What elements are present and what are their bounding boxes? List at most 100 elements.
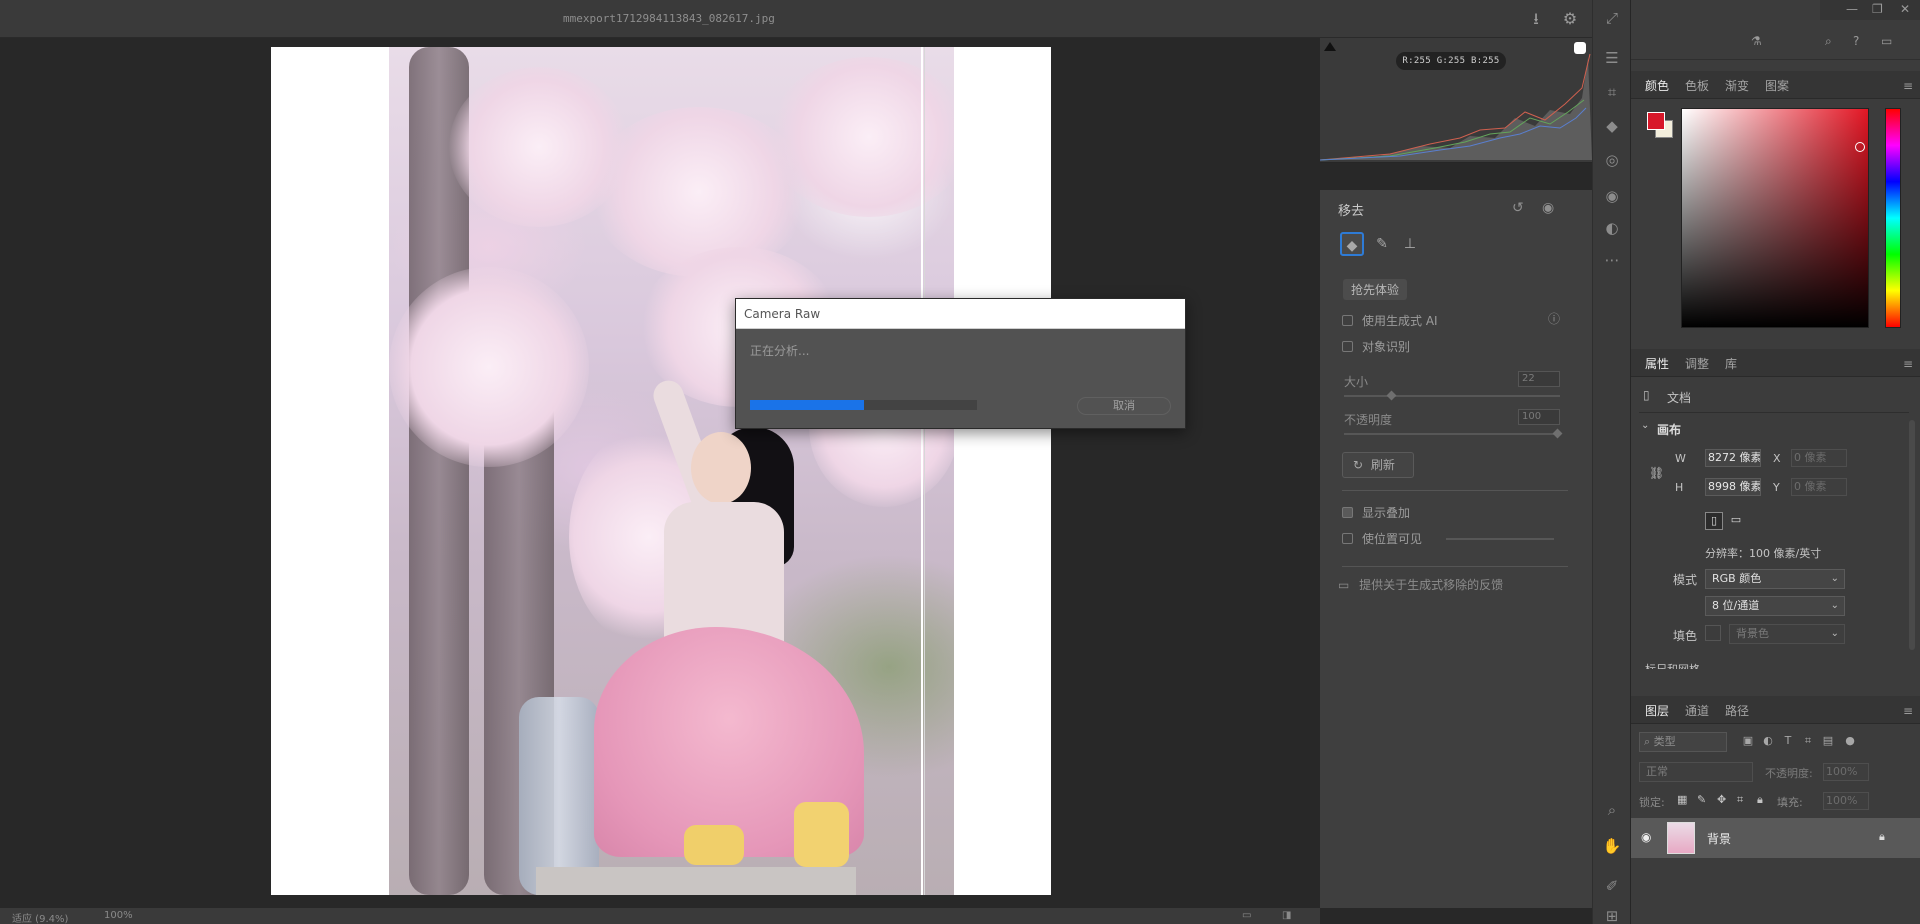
eyedropper-icon[interactable]: ✐ <box>1602 876 1622 896</box>
image-canvas[interactable] <box>0 38 1320 908</box>
hue-slider[interactable] <box>1885 108 1901 328</box>
eraser-icon[interactable]: ◆ <box>1602 116 1622 136</box>
color-picker-marker[interactable] <box>1855 142 1865 152</box>
visualize-spots-checkbox[interactable] <box>1342 533 1353 544</box>
panel-menu-icon[interactable]: ≡ <box>1903 357 1913 371</box>
lock-transparency-icon[interactable]: ▦ <box>1677 793 1687 806</box>
info-icon[interactable]: ⓘ <box>1548 310 1560 327</box>
fit-zoom-button[interactable]: 适应 (9.4%) <box>12 910 68 924</box>
size-value[interactable]: 22 <box>1518 371 1560 387</box>
layer-row[interactable]: ◉ 背景 🔒︎ <box>1631 818 1920 858</box>
mask-icon[interactable]: ◎ <box>1602 150 1622 170</box>
tab-swatches[interactable]: 色板 <box>1685 77 1709 94</box>
link-icon[interactable]: ⛓ <box>1649 466 1664 480</box>
x-field[interactable]: 0 像素 <box>1791 449 1847 467</box>
chevron-down-icon[interactable]: ⌄ <box>1641 420 1649 431</box>
fill-value: 背景色 <box>1736 627 1769 640</box>
more-icon[interactable]: ⋯ <box>1602 250 1622 270</box>
compare-icon[interactable]: ▭ <box>1242 910 1251 921</box>
expand-icon[interactable]: ⤢ <box>1602 8 1622 28</box>
reset-icon[interactable]: ↺ <box>1512 200 1524 216</box>
size-slider[interactable] <box>1344 390 1560 401</box>
restore-icon[interactable]: ❐ <box>1872 2 1883 16</box>
tab-layers[interactable]: 图层 <box>1645 702 1669 719</box>
layer-filter-value: 类型 <box>1653 735 1676 748</box>
zoom-icon[interactable]: ⌕ <box>1602 800 1622 820</box>
object-detection-checkbox[interactable] <box>1342 341 1353 352</box>
lock-image-icon[interactable]: ✎ <box>1697 793 1706 806</box>
filter-toggle-icon[interactable]: ● <box>1843 734 1857 748</box>
generative-ai-checkbox[interactable] <box>1342 315 1353 326</box>
shape-filter-icon[interactable]: ⌗ <box>1801 734 1815 748</box>
panel-menu-icon[interactable]: ≡ <box>1903 704 1913 718</box>
crop-icon[interactable]: ⌗ <box>1602 82 1622 102</box>
portrait-orientation-button[interactable]: ▯ <box>1705 512 1723 530</box>
save-icon[interactable]: ⭳ <box>1526 9 1546 29</box>
eye-icon[interactable]: ◉ <box>1641 830 1651 844</box>
presets-icon[interactable]: ◐ <box>1602 218 1622 238</box>
adjustment-filter-icon[interactable]: ◐ <box>1761 734 1775 748</box>
foreground-color-swatch[interactable] <box>1647 112 1665 130</box>
feedback-link[interactable]: ▭ 提供关于生成式移除的反馈 <box>1338 576 1503 593</box>
show-overlay-checkbox[interactable] <box>1342 507 1353 518</box>
layer-name[interactable]: 背景 <box>1707 830 1731 847</box>
gear-icon[interactable]: ⚙ <box>1560 9 1580 29</box>
layer-filter-select[interactable]: ⌕ 类型 <box>1639 732 1727 752</box>
lock-artboard-icon[interactable]: ⌗ <box>1737 793 1743 807</box>
refresh-button[interactable]: ↻ 刷新 <box>1342 452 1414 478</box>
document-icon: ▯ <box>1643 388 1650 402</box>
redeye-icon[interactable]: ◉ <box>1602 186 1622 206</box>
properties-scrollbar[interactable] <box>1909 420 1915 650</box>
cancel-button[interactable]: 取消 <box>1077 397 1171 415</box>
visualize-spots-slider[interactable] <box>1446 538 1554 540</box>
lock-all-icon[interactable]: 🔒︎ <box>1757 793 1763 807</box>
hand-icon[interactable]: ✋ <box>1602 836 1622 856</box>
panel-menu-icon[interactable]: ≡ <box>1903 79 1913 93</box>
y-field[interactable]: 0 像素 <box>1791 478 1847 496</box>
color-field[interactable] <box>1681 108 1869 328</box>
tab-color[interactable]: 颜色 <box>1645 77 1669 94</box>
before-after-icon[interactable]: ◨ <box>1282 910 1291 921</box>
remove-tool-button[interactable]: ◆ <box>1340 232 1364 256</box>
layer-opacity-field[interactable]: 100% <box>1823 763 1869 781</box>
zoom-level[interactable]: 100% <box>104 910 133 921</box>
opacity-value[interactable]: 100 <box>1518 409 1560 425</box>
image-filter-icon[interactable]: ▣ <box>1741 734 1755 748</box>
flask-icon[interactable]: ⚗ <box>1751 34 1762 48</box>
height-field[interactable]: 8998 像素 <box>1705 478 1761 496</box>
width-field[interactable]: 8272 像素 <box>1705 449 1761 467</box>
tab-paths[interactable]: 路径 <box>1725 702 1749 719</box>
mode-select[interactable]: RGB 颜色 ⌄ <box>1705 569 1845 589</box>
fill-swatch[interactable] <box>1705 625 1721 641</box>
smart-object-filter-icon[interactable]: ▤ <box>1821 734 1835 748</box>
blend-mode-select[interactable]: 正常 <box>1639 762 1753 782</box>
bit-depth-select[interactable]: 8 位/通道 ⌄ <box>1705 596 1845 616</box>
workspace-icon[interactable]: ▭ <box>1881 34 1892 48</box>
clone-tool-button[interactable]: ⊥ <box>1398 232 1422 256</box>
minimize-icon[interactable]: — <box>1846 2 1858 16</box>
type-filter-icon[interactable]: T <box>1781 734 1795 748</box>
heal-tool-button[interactable]: ✎ <box>1370 232 1394 256</box>
tab-libraries[interactable]: 库 <box>1725 355 1737 372</box>
layer-fill-field[interactable]: 100% <box>1823 792 1869 810</box>
eye-icon[interactable]: ◉ <box>1542 200 1554 216</box>
tab-adjustments[interactable]: 调整 <box>1685 355 1709 372</box>
tab-patterns[interactable]: 图案 <box>1765 77 1789 94</box>
tab-properties[interactable]: 属性 <box>1645 355 1669 372</box>
canvas-section-title[interactable]: 画布 <box>1657 421 1681 438</box>
search-icon[interactable]: ⌕ <box>1825 34 1832 49</box>
photo-preview[interactable] <box>389 47 954 895</box>
lock-position-icon[interactable]: ✥ <box>1717 793 1726 806</box>
opacity-slider-thumb[interactable] <box>1552 428 1563 439</box>
size-slider-thumb[interactable] <box>1386 390 1397 401</box>
fill-select[interactable]: 背景色 ⌄ <box>1729 624 1845 644</box>
tab-gradients[interactable]: 渐变 <box>1725 77 1749 94</box>
opacity-slider[interactable] <box>1344 428 1563 439</box>
landscape-orientation-button[interactable]: ▭ <box>1727 512 1745 530</box>
help-icon[interactable]: ? <box>1853 34 1859 48</box>
close-icon[interactable]: ✕ <box>1900 2 1910 16</box>
grid-icon[interactable]: ⊞ <box>1602 906 1622 924</box>
tab-channels[interactable]: 通道 <box>1685 702 1709 719</box>
sliders-icon[interactable]: ☰ <box>1602 48 1622 68</box>
rulers-grids-section-title[interactable]: 标尺和网格 <box>1645 661 1700 669</box>
